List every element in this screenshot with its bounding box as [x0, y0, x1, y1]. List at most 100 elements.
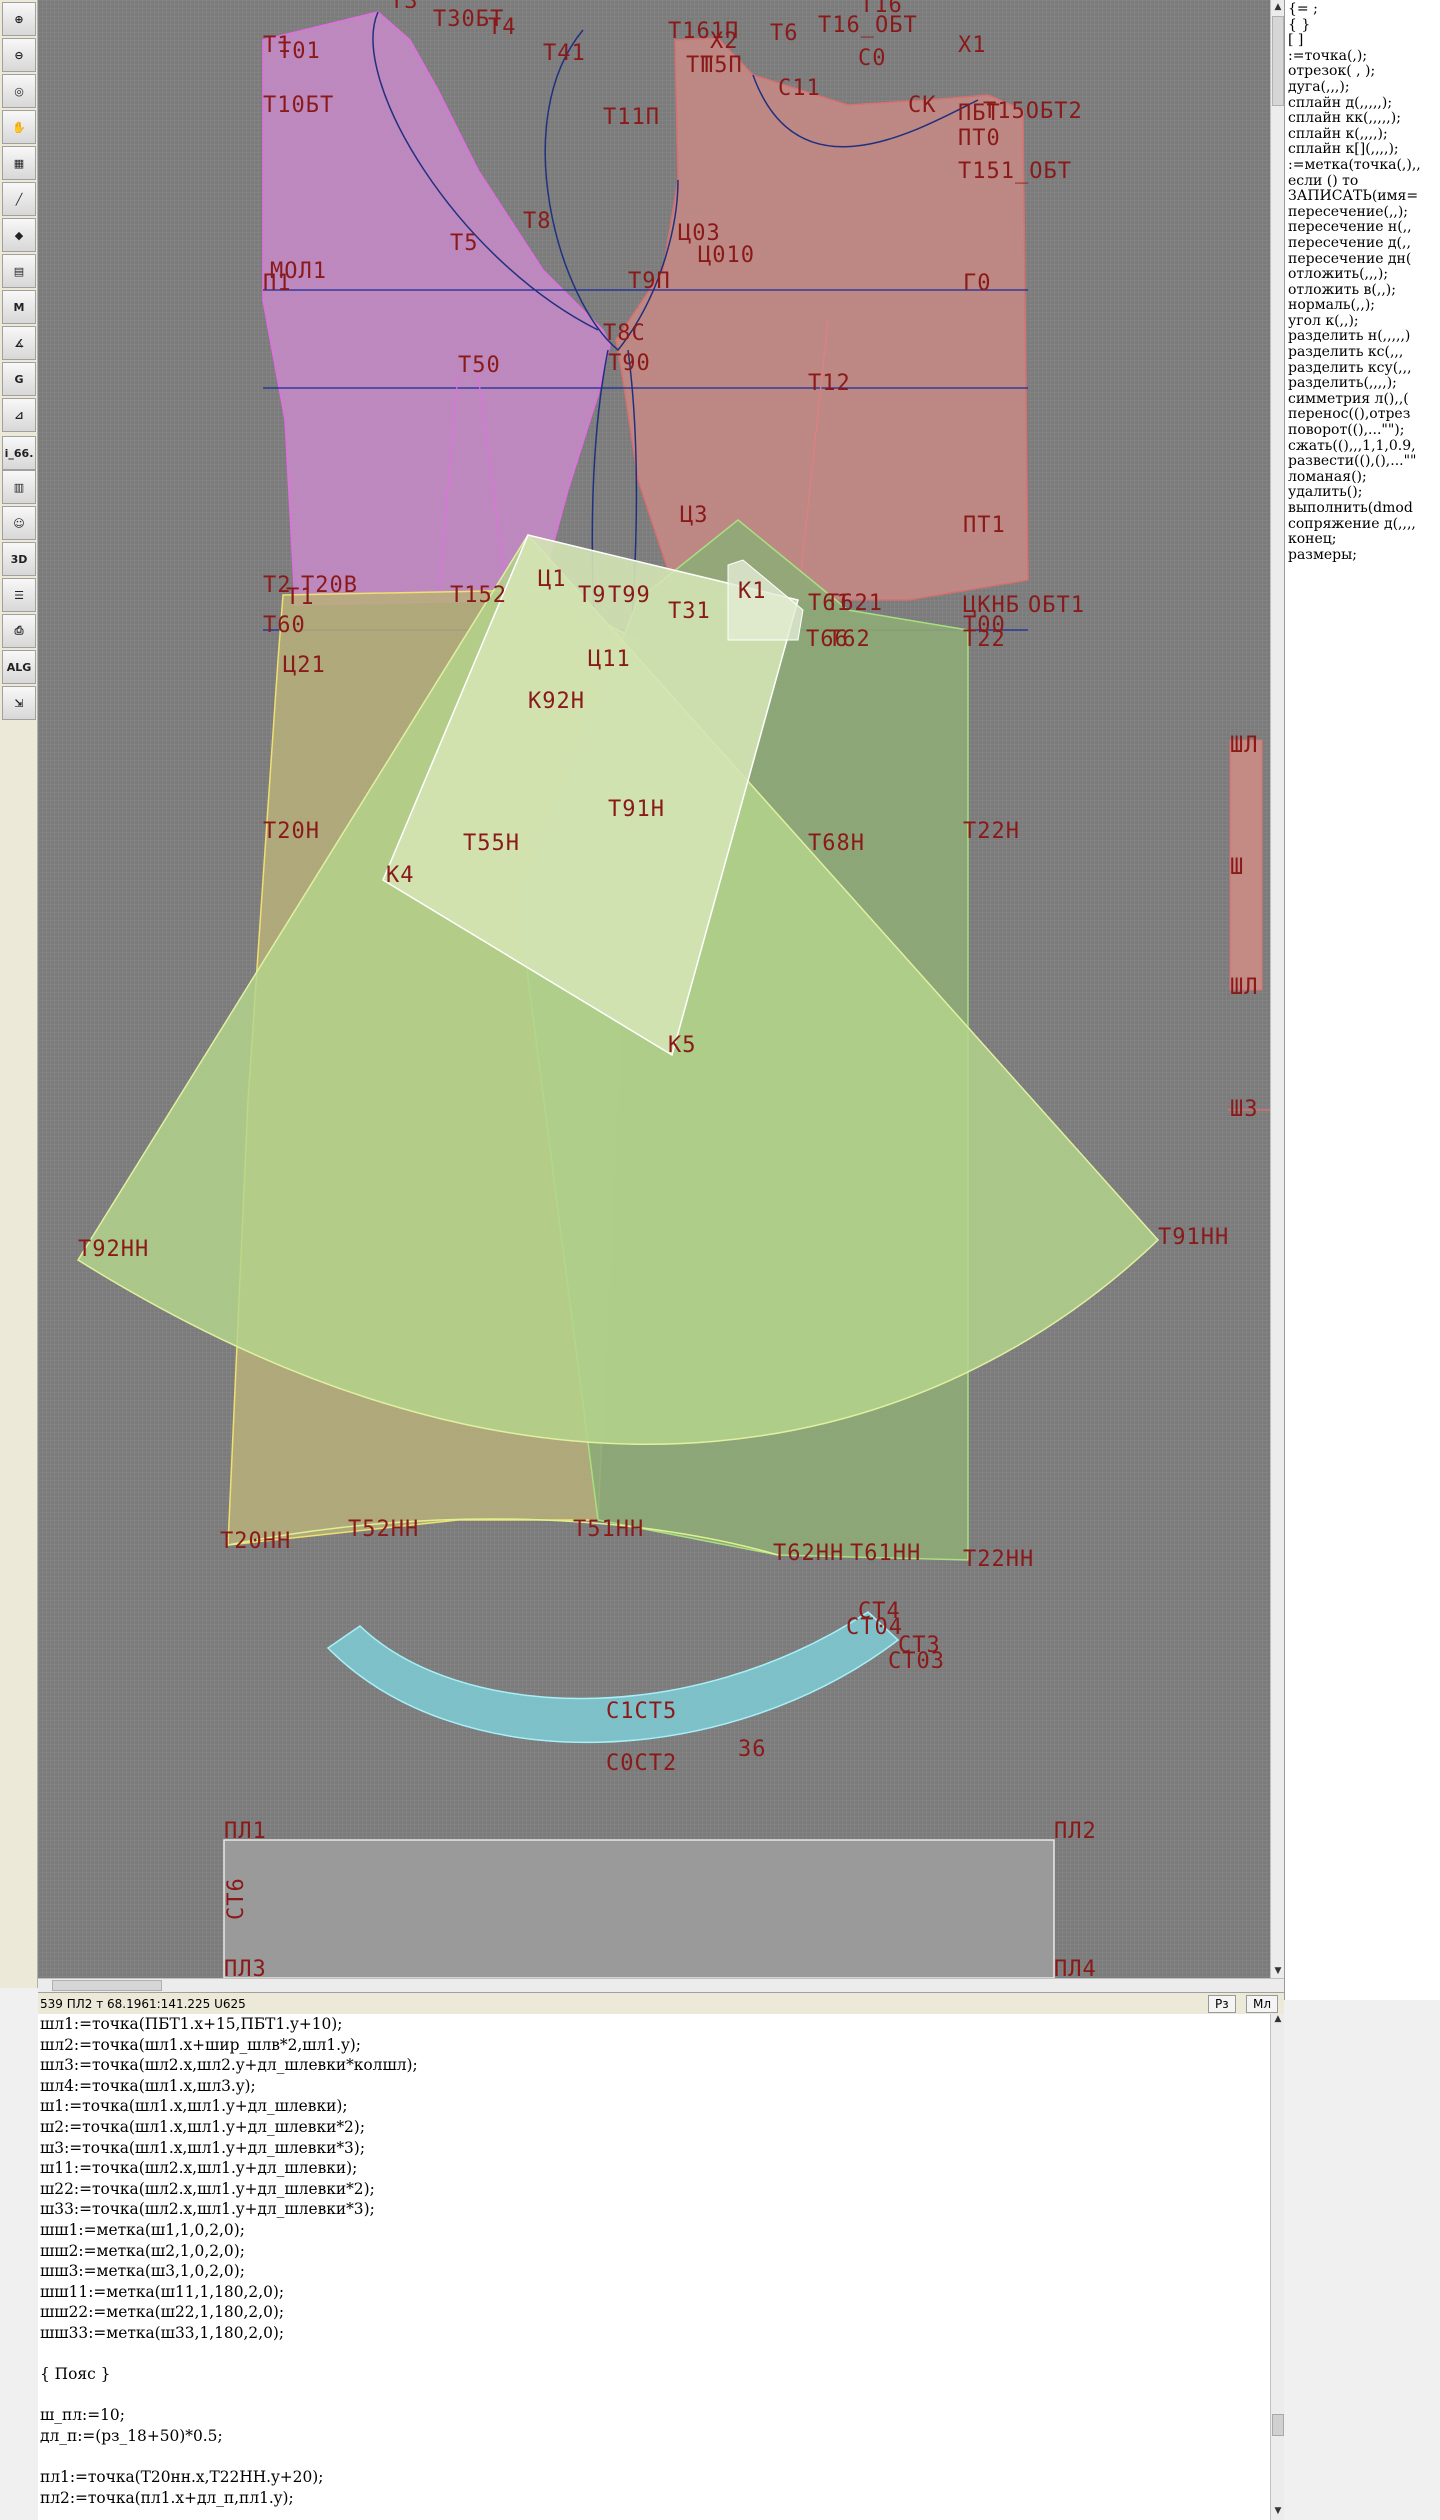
point-label-k1[interactable]: K1: [738, 579, 767, 604]
command-item[interactable]: перенос((),отрез: [1288, 407, 1440, 423]
grading-icon[interactable]: G: [2, 362, 36, 396]
zoom-out-icon[interactable]: ⊖: [2, 38, 36, 72]
command-item[interactable]: пересечение(,,);: [1288, 204, 1440, 221]
scroll-thumb[interactable]: [1272, 16, 1284, 106]
point-label-t92hh[interactable]: T92HH: [78, 1237, 149, 1262]
view-3d-icon[interactable]: 3D: [2, 542, 36, 576]
command-item[interactable]: ломаная();: [1288, 469, 1440, 486]
point-label-ct04[interactable]: CT04: [846, 1615, 903, 1640]
command-item[interactable]: нормаль(,,);: [1288, 298, 1440, 314]
command-item[interactable]: удалить();: [1288, 485, 1440, 501]
export-icon[interactable]: ⇲: [2, 686, 36, 720]
point-label-ts1[interactable]: Ц1: [538, 567, 567, 592]
point-label-t31[interactable]: T31: [668, 599, 711, 624]
point-label-t12[interactable]: T12: [808, 371, 851, 396]
command-item[interactable]: пересечение дн(: [1288, 251, 1440, 268]
point-label-t15obt2[interactable]: T15ОБТ2: [983, 99, 1083, 124]
command-item[interactable]: сплайн кк(,,,,,);: [1288, 111, 1440, 127]
layers-icon[interactable]: ◆: [2, 218, 36, 252]
point-label-sh2[interactable]: Ш: [1230, 855, 1244, 880]
grid-icon[interactable]: ▦: [2, 146, 36, 180]
point-label-x1[interactable]: X1: [958, 33, 987, 58]
scroll-up-arrow-icon[interactable]: ▲: [1271, 0, 1285, 14]
command-item[interactable]: пересечение д(,,: [1288, 235, 1440, 252]
point-label-t62[interactable]: T62: [828, 627, 871, 652]
measure-icon[interactable]: ⊿: [2, 398, 36, 432]
point-label-p1[interactable]: П1: [263, 271, 292, 296]
point-label-t52hh[interactable]: T52HH: [348, 1517, 419, 1542]
command-item[interactable]: { }: [1288, 17, 1440, 34]
point-label-ct5[interactable]: C1CT5: [606, 1699, 677, 1724]
point-label-ts21[interactable]: Ц21: [283, 653, 326, 678]
point-label-pt1[interactable]: ПТ1: [963, 513, 1006, 538]
command-item[interactable]: если () то: [1288, 173, 1440, 190]
point-label-t50[interactable]: T50: [458, 353, 501, 378]
command-item[interactable]: {= ;: [1288, 1, 1440, 18]
command-item[interactable]: отложить в(,,);: [1288, 282, 1440, 299]
point-label-t6[interactable]: T6: [770, 21, 799, 46]
drawing-canvas[interactable]: T1 T01 T3 T30БТ T4 T41 T161П T16 T16_ОБТ T6 X2 X1 TП…: [38, 0, 1270, 1978]
point-label-t8[interactable]: T8: [523, 209, 552, 234]
command-item[interactable]: симметрия л(),,(: [1288, 391, 1440, 408]
point-label-t11p[interactable]: T11П: [603, 105, 660, 130]
command-item[interactable]: выполнить(dmod: [1288, 500, 1440, 517]
point-label-c0[interactable]: C0: [858, 46, 887, 71]
canvas-horizontal-scrollbar[interactable]: [38, 1978, 1284, 1992]
command-item[interactable]: конец;: [1288, 532, 1440, 548]
point-label-t151_obt[interactable]: T151_ОБТ: [958, 159, 1072, 184]
point-label-t1s2[interactable]: T1: [286, 585, 315, 610]
point-label-t010[interactable]: Ц010: [698, 243, 755, 268]
list-icon[interactable]: ☰: [2, 578, 36, 612]
point-label-ts3[interactable]: Ц3: [680, 503, 709, 528]
zoom-in-icon[interactable]: ⊕: [2, 2, 36, 36]
point-label-t55h[interactable]: T55H: [463, 831, 520, 856]
point-label-t4[interactable]: T4: [488, 15, 517, 40]
hscroll-thumb[interactable]: [52, 1980, 162, 1991]
point-label-ct2[interactable]: C0CT2: [606, 1751, 677, 1776]
point-label-t90[interactable]: T90: [608, 351, 651, 376]
command-item[interactable]: сжать((),,,1,1,0.9,: [1288, 438, 1440, 455]
point-label-sh3[interactable]: ШЛ: [1230, 975, 1259, 1000]
editor-scroll-thumb[interactable]: [1272, 2414, 1284, 2436]
point-label-t5p[interactable]: T5П: [700, 53, 743, 78]
point-label-t8c[interactable]: T8C: [603, 321, 646, 346]
point-label-t10bt[interactable]: T10БТ: [263, 93, 334, 118]
command-item[interactable]: развести((),(),..."": [1288, 454, 1440, 470]
algorithm-icon[interactable]: ALG: [2, 650, 36, 684]
point-label-t9p[interactable]: T9П: [628, 269, 671, 294]
command-item[interactable]: сплайн д(,,,,,);: [1288, 95, 1440, 112]
point-label-sh1[interactable]: ШЛ: [1230, 733, 1259, 758]
print-icon[interactable]: ⎙: [2, 614, 36, 648]
scroll-down-arrow-icon[interactable]: ▼: [1271, 1964, 1285, 1978]
point-label-t60[interactable]: T60: [263, 613, 306, 638]
command-item[interactable]: разделить кс(,,,: [1288, 344, 1440, 361]
command-item[interactable]: угол к(,,);: [1288, 313, 1440, 330]
pattern-drawing[interactable]: T1T01T3T30БТT4T41T161ПT16T16_ОБТT6X2 X1TП…: [38, 0, 1270, 1978]
point-label-t20hh[interactable]: T20HH: [220, 1529, 291, 1554]
command-item[interactable]: поворот((),..."");: [1288, 422, 1440, 439]
command-item[interactable]: размеры;: [1288, 547, 1440, 564]
notes-icon[interactable]: ▥: [2, 470, 36, 504]
point-label-k5[interactable]: K5: [668, 1033, 697, 1058]
point-label-t91hh[interactable]: T91HH: [1158, 1225, 1229, 1250]
ml-button[interactable]: Мл: [1246, 1995, 1279, 2013]
point-label-obt1[interactable]: ОБТ1: [1028, 593, 1085, 618]
file-label[interactable]: i_66.: [2, 436, 36, 470]
point-label-t62hh[interactable]: T62HH: [773, 1541, 844, 1566]
editor-scroll-down-icon[interactable]: ▼: [1271, 2506, 1285, 2516]
command-item[interactable]: сопряжение д(,,,,: [1288, 516, 1440, 533]
figure-icon[interactable]: ☺: [2, 506, 36, 540]
angle-icon[interactable]: ∡: [2, 326, 36, 360]
editor-scrollbar[interactable]: ▲ ▼: [1270, 2014, 1284, 2520]
command-item[interactable]: отрезок( , );: [1288, 64, 1440, 80]
code-editor[interactable]: шл1:=точка(ПБТ1.x+15,ПБТ1.y+10); шл2:=точ…: [38, 2014, 1270, 2520]
point-label-n36[interactable]: 36: [738, 1737, 767, 1762]
point-label-t3[interactable]: T3: [390, 0, 419, 14]
command-item[interactable]: отложить(,,,);: [1288, 266, 1440, 283]
point-label-pl3[interactable]: ПЛ3: [224, 1957, 267, 1978]
command-item[interactable]: пересечение н(,,: [1288, 220, 1440, 236]
point-label-t9[interactable]: T9: [578, 583, 607, 608]
point-label-t5[interactable]: T5: [450, 231, 479, 256]
point-label-t51hh[interactable]: T51HH: [573, 1517, 644, 1542]
command-item[interactable]: сплайн к[](,,,,);: [1288, 142, 1440, 158]
